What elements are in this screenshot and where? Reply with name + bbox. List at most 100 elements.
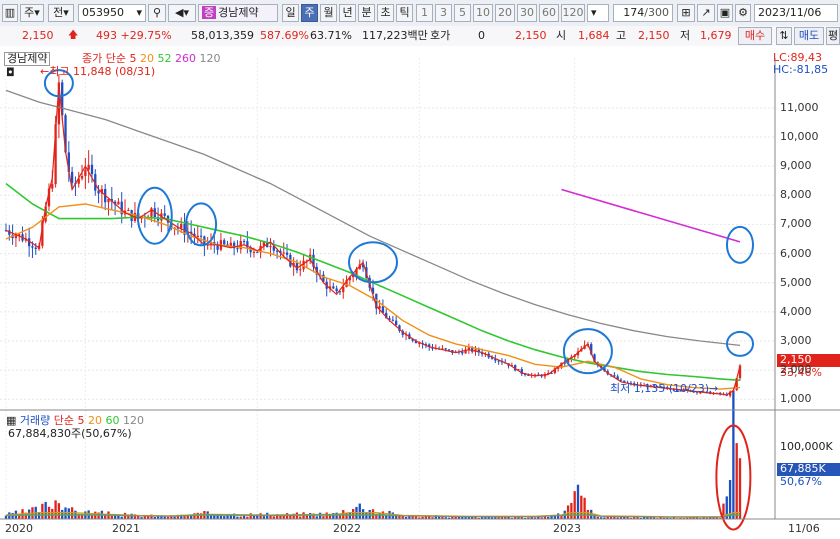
interval-60[interactable]: 60	[539, 4, 559, 22]
mode-select[interactable]: 전▾	[48, 4, 74, 22]
price-tick-label: 4,000	[780, 304, 812, 318]
volume-pct-tag: 50,67%	[780, 475, 822, 488]
x-label-2020: 2020	[5, 522, 33, 535]
volume-icon: ▦	[6, 414, 17, 427]
candle-body	[87, 164, 90, 170]
market-select[interactable]: 주▾	[20, 4, 44, 22]
candle-body	[242, 241, 246, 243]
candle-body	[31, 246, 34, 248]
x-label-2022: 2022	[333, 522, 361, 535]
low-marker: 최저 1,135 (10/23)→	[610, 382, 719, 395]
price-tick-label: 9,000	[780, 159, 812, 173]
candle-body	[269, 246, 272, 248]
candle-body	[282, 252, 285, 254]
volume-bar	[305, 515, 309, 519]
collapse-icon[interactable]: ⇅	[776, 27, 792, 45]
low-label: 저	[680, 29, 691, 42]
x-label-2023: 2023	[553, 522, 581, 535]
volume-bar	[259, 513, 262, 519]
search-icon[interactable]: ⚲	[148, 4, 166, 22]
high-price: 2,150	[638, 29, 670, 42]
save-icon[interactable]: ▣	[717, 4, 733, 22]
candle-body	[391, 319, 394, 321]
candle-body	[461, 351, 464, 354]
volume-bar	[226, 515, 229, 519]
period-month[interactable]: 월	[320, 4, 337, 22]
settings-icon[interactable]: ⚙	[735, 4, 751, 22]
volume-legend: ▦ 거래량 단순 5 20 60 120	[6, 415, 144, 427]
open-label: 시	[556, 29, 567, 42]
volume-bar	[570, 502, 573, 519]
eval-button[interactable]: 평	[826, 27, 840, 45]
candle-body	[256, 251, 259, 253]
period-day[interactable]: 일	[282, 4, 299, 22]
volume-bar	[90, 515, 94, 519]
hoga-price: 2,150	[515, 29, 547, 42]
candle-body	[299, 269, 302, 271]
ma5-label: 5	[129, 52, 137, 65]
candle-icon[interactable]: ⊞	[677, 4, 695, 22]
sell-button[interactable]: 매도	[794, 27, 824, 45]
chart-type-icon[interactable]: ▥	[2, 4, 18, 22]
candle-body	[447, 349, 451, 351]
stock-code-input[interactable]: 053950 ▾	[78, 4, 146, 22]
volume-bar	[732, 391, 735, 519]
candle-body	[97, 190, 100, 194]
candle-body	[252, 251, 256, 253]
speaker-icon[interactable]: ◀▾	[168, 4, 196, 22]
candle-body	[90, 164, 94, 175]
candle-body	[619, 379, 623, 381]
price-tick-label: 11,000	[780, 100, 819, 114]
stock-chart[interactable]	[0, 46, 840, 539]
candle-body	[117, 201, 120, 205]
stock-name-field[interactable]: 증 경남제약	[198, 4, 278, 22]
buy-button[interactable]: 매수	[738, 27, 772, 45]
period-minute[interactable]: 분	[358, 4, 375, 22]
volume-bar	[57, 503, 61, 519]
chart-background	[0, 46, 840, 539]
interval-20[interactable]: 20	[495, 4, 515, 22]
volume-value: 67,884,830주(50,67%)	[8, 427, 132, 440]
volume-bar	[242, 515, 246, 519]
date-field[interactable]: 2023/11/06	[754, 4, 838, 22]
candle-body	[394, 320, 398, 326]
volume-bar	[219, 515, 223, 519]
ma52-label: 52	[157, 52, 172, 65]
price-tick-label: 3,000	[780, 333, 812, 347]
ma-type-label: 종가 단순	[82, 52, 126, 65]
interval-5[interactable]: 5	[454, 4, 471, 22]
candle-body	[80, 176, 84, 179]
period-week[interactable]: 주	[301, 4, 318, 22]
price-legend-name[interactable]: 경남제약	[4, 52, 51, 66]
candle-body	[236, 248, 239, 250]
candle-body	[84, 169, 87, 177]
high-label: 고	[616, 29, 627, 42]
period-tick[interactable]: 틱	[396, 4, 413, 22]
volume-bar	[358, 503, 361, 519]
price-legend: 종가 단순 5 20 52 260 120	[82, 53, 220, 65]
volume-bar	[70, 507, 74, 519]
vol-ma5-label: 5	[77, 414, 85, 427]
price-tick-label: 8,000	[780, 188, 812, 202]
interval-1[interactable]: 1	[416, 4, 433, 22]
x-label-date: 11/06	[788, 522, 820, 535]
vol-ma120-label: 120	[123, 414, 145, 427]
interval-3[interactable]: 3	[435, 4, 452, 22]
legend-toggle-icon[interactable]: ◘	[6, 67, 15, 79]
volume-ratio: 587.69%	[260, 29, 309, 42]
volume-tick-100000k: 100,000K	[780, 440, 833, 453]
period-second[interactable]: 초	[377, 4, 394, 22]
volume-bar	[44, 501, 47, 519]
bar-count-field[interactable]: 174/300	[613, 4, 673, 22]
volume-bar	[4, 515, 8, 519]
period-year[interactable]: 년	[339, 4, 356, 22]
candle-body	[196, 235, 199, 238]
interval-30[interactable]: 30	[517, 4, 537, 22]
interval-custom-select[interactable]: ▾	[587, 4, 609, 22]
line-tool-icon[interactable]: ↗	[697, 4, 715, 22]
interval-10[interactable]: 10	[473, 4, 493, 22]
price-tick-label: 5,000	[780, 275, 812, 289]
volume-bar	[54, 500, 57, 519]
interval-120[interactable]: 120	[561, 4, 585, 22]
candle-body	[127, 209, 130, 211]
